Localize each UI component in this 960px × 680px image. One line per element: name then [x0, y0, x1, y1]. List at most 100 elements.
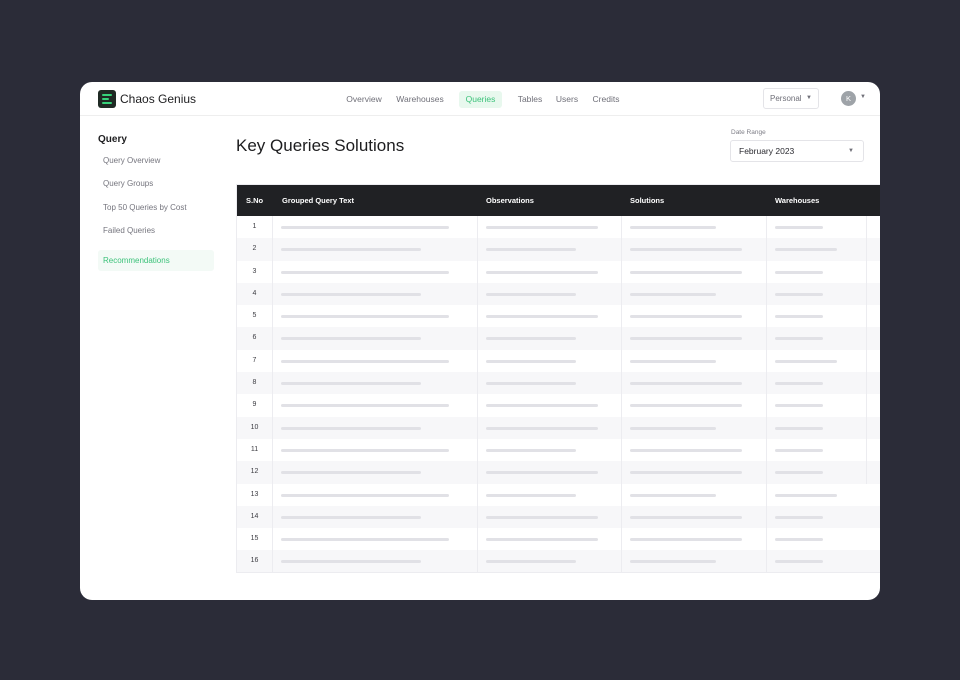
row-number: 11	[237, 438, 273, 462]
query-text-cell	[273, 238, 478, 261]
loading-placeholder	[775, 226, 823, 229]
loading-placeholder	[630, 404, 742, 408]
row-number: 4	[237, 282, 273, 306]
loading-placeholder	[281, 515, 421, 519]
loading-placeholder	[486, 226, 598, 229]
table-header: S.No Grouped Query Text Observations Sol…	[237, 185, 880, 216]
loading-placeholder	[775, 515, 823, 519]
sidebar-item-failed-queries[interactable]: Failed Queries	[98, 221, 214, 241]
sidebar-item-top-50-queries[interactable]: Top 50 Queries by Cost	[98, 198, 214, 218]
table-row[interactable]: 15	[237, 528, 880, 551]
query-text-cell	[273, 216, 478, 239]
solutions-cell	[622, 282, 767, 306]
loading-placeholder	[281, 404, 449, 408]
table-row[interactable]: 3	[237, 260, 880, 283]
query-text-cell	[273, 438, 478, 462]
warehouses-cell	[767, 305, 867, 328]
sidebar-item-query-overview[interactable]: Query Overview	[98, 151, 214, 171]
nav-credits[interactable]: Credits	[590, 91, 622, 108]
observations-cell	[478, 505, 622, 529]
table-row[interactable]: 8	[237, 372, 880, 395]
loading-placeholder	[281, 538, 449, 542]
chevron-down-icon[interactable]: ▼	[860, 94, 866, 100]
table-row[interactable]: 12	[237, 461, 880, 484]
solutions-cell	[622, 505, 767, 529]
solutions-cell	[622, 216, 767, 239]
loading-placeholder	[630, 248, 742, 252]
row-number: 3	[237, 260, 273, 283]
query-text-cell	[273, 260, 478, 283]
observations-cell	[478, 260, 622, 283]
table-row[interactable]: 2	[237, 238, 880, 261]
observations-cell	[478, 416, 622, 439]
solutions-cell	[622, 483, 767, 506]
observations-cell	[478, 394, 622, 417]
table-row[interactable]: 16	[237, 550, 880, 572]
loading-placeholder	[486, 426, 598, 430]
query-text-cell	[273, 550, 478, 572]
nav-users[interactable]: Users	[554, 91, 580, 108]
loading-placeholder	[775, 426, 823, 430]
warehouses-cell	[767, 216, 867, 239]
loading-placeholder	[775, 493, 837, 497]
table-row[interactable]: 4	[237, 282, 880, 306]
solutions-cell	[622, 438, 767, 462]
top-bar: Chaos Genius Overview Warehouses Queries…	[80, 82, 880, 116]
row-number: 16	[237, 550, 273, 572]
loading-placeholder	[775, 471, 823, 475]
sidebar-item-recommendations[interactable]: Recommendations	[98, 250, 214, 271]
column-header-query-text: Grouped Query Text	[282, 196, 354, 205]
nav-queries[interactable]: Queries	[459, 91, 502, 108]
column-header-sno: S.No	[246, 196, 264, 205]
nav-overview[interactable]: Overview	[344, 91, 384, 108]
loading-placeholder	[630, 426, 716, 430]
page-title: Key Queries Solutions	[236, 136, 405, 155]
loading-placeholder	[281, 359, 449, 363]
table-row[interactable]: 5	[237, 305, 880, 328]
nav-warehouses[interactable]: Warehouses	[394, 91, 446, 108]
query-text-cell	[273, 483, 478, 506]
sidebar-item-query-groups[interactable]: Query Groups	[98, 174, 214, 194]
loading-placeholder	[775, 359, 837, 363]
query-text-cell	[273, 372, 478, 395]
org-select[interactable]: Personal ▼	[763, 88, 819, 109]
loading-placeholder	[775, 404, 823, 408]
loading-placeholder	[486, 337, 576, 341]
table-body: 1 2 3 4 5 6 7 8 9 10 11 12 13 14 15 16	[237, 216, 880, 572]
nav-tables[interactable]: Tables	[515, 91, 545, 108]
solutions-cell	[622, 260, 767, 283]
date-range-select[interactable]: February 2023 ▼	[730, 140, 864, 162]
table-row[interactable]: 1	[237, 216, 880, 239]
row-number: 15	[237, 528, 273, 551]
loading-placeholder	[775, 448, 823, 452]
observations-cell	[478, 282, 622, 306]
loading-placeholder	[630, 493, 716, 497]
loading-placeholder	[630, 382, 742, 386]
query-text-cell	[273, 505, 478, 529]
loading-placeholder	[630, 337, 742, 341]
loading-placeholder	[486, 448, 576, 452]
org-select-value: Personal	[770, 94, 802, 103]
loading-placeholder	[281, 471, 421, 475]
table-row[interactable]: 10	[237, 416, 880, 439]
observations-cell	[478, 349, 622, 373]
loading-placeholder	[486, 270, 598, 274]
table-row[interactable]: 7	[237, 349, 880, 373]
row-number: 13	[237, 483, 273, 506]
warehouses-cell	[767, 416, 867, 439]
row-number: 8	[237, 372, 273, 395]
observations-cell	[478, 528, 622, 551]
solutions-cell	[622, 416, 767, 439]
loading-placeholder	[486, 315, 598, 319]
table-row[interactable]: 11	[237, 438, 880, 462]
loading-placeholder	[775, 382, 823, 386]
table-row[interactable]: 14	[237, 505, 880, 529]
query-text-cell	[273, 305, 478, 328]
row-number: 2	[237, 238, 273, 261]
avatar[interactable]: K	[841, 91, 856, 106]
table-row[interactable]: 6	[237, 327, 880, 350]
warehouses-cell	[767, 506, 867, 528]
table-row[interactable]: 13	[237, 483, 880, 506]
loading-placeholder	[630, 292, 716, 296]
table-row[interactable]: 9	[237, 394, 880, 417]
